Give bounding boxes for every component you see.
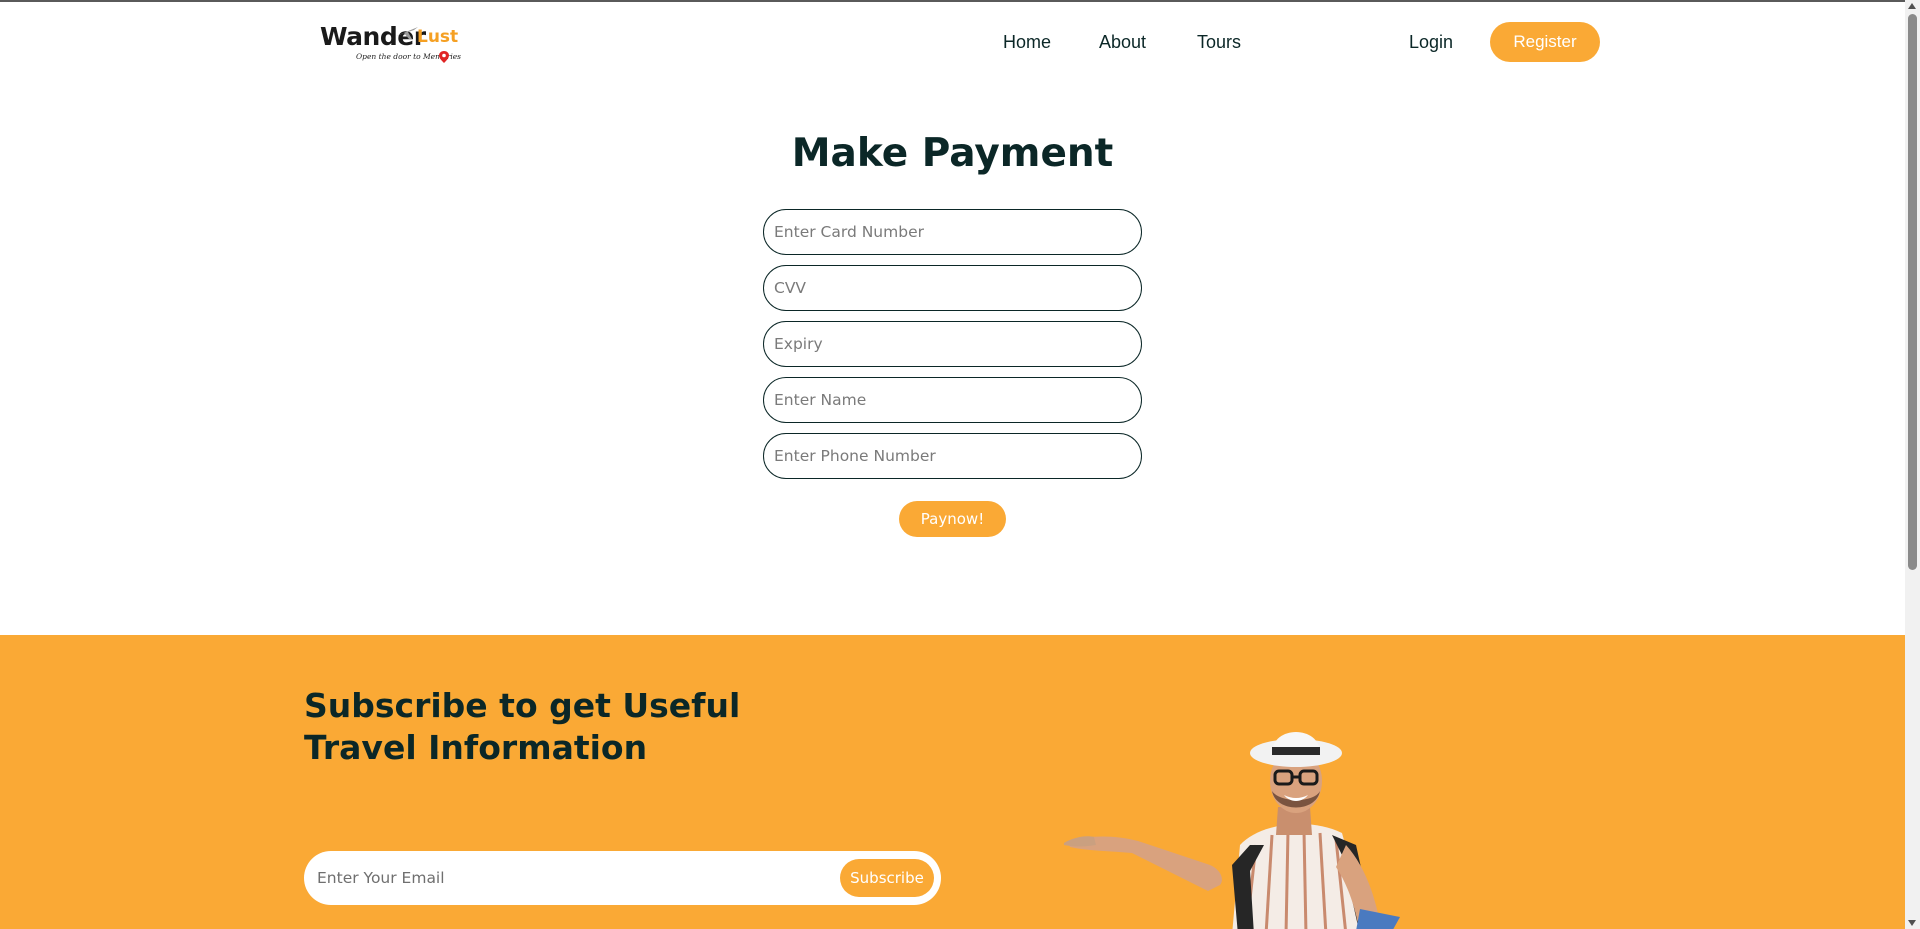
card-number-input[interactable]: Enter Card Number <box>763 209 1142 255</box>
login-link[interactable]: Login <box>1409 32 1453 53</box>
nav-link-home[interactable]: Home <box>1003 32 1051 53</box>
expiry-input[interactable]: Expiry <box>763 321 1142 367</box>
pay-now-button[interactable]: Paynow! <box>899 501 1006 537</box>
scrollbar-thumb[interactable] <box>1908 14 1917 570</box>
vertical-scrollbar[interactable] <box>1905 0 1920 929</box>
page-title: Make Payment <box>791 131 1114 176</box>
traveler-image <box>1064 732 1400 929</box>
name-input[interactable]: Enter Name <box>763 377 1142 423</box>
scroll-down-icon[interactable] <box>1908 920 1916 926</box>
phone-number-input[interactable]: Enter Phone Number <box>763 433 1142 479</box>
cvv-input[interactable]: CVV <box>763 265 1142 311</box>
map-pin-icon <box>439 51 449 63</box>
newsletter-title: Subscribe to get Useful Travel Informati… <box>304 686 741 767</box>
phone-number-placeholder: Enter Phone Number <box>774 447 936 465</box>
site-header: Wander Lust Open the door to Memories Ho… <box>0 2 1905 84</box>
name-placeholder: Enter Name <box>774 391 867 409</box>
cvv-placeholder: CVV <box>774 279 807 297</box>
logo-lust-text: Lust <box>417 27 459 47</box>
register-button[interactable]: Register <box>1490 22 1600 62</box>
newsletter-form: Enter Your Email Subscribe <box>304 851 941 905</box>
subscribe-button[interactable]: Subscribe <box>840 859 934 897</box>
card-number-placeholder: Enter Card Number <box>774 223 924 241</box>
expiry-placeholder: Expiry <box>774 335 823 353</box>
brand-logo[interactable]: Wander Lust Open the door to Memories <box>320 22 461 72</box>
newsletter-section: Subscribe to get Useful Travel Informati… <box>0 635 1905 929</box>
nav-link-tours[interactable]: Tours <box>1197 32 1241 53</box>
nav-link-about[interactable]: About <box>1099 32 1146 53</box>
email-input[interactable]: Enter Your Email <box>317 869 445 887</box>
scroll-up-icon[interactable] <box>1908 3 1916 9</box>
